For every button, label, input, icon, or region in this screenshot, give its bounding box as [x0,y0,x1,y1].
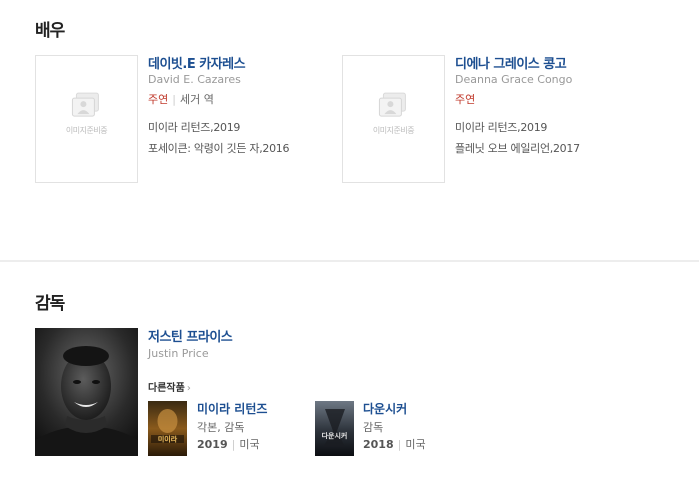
actor-photo-placeholder[interactable]: 이미지준비중 [342,55,445,183]
actor-character: 세거 역 [179,93,214,106]
separator: | [397,438,402,451]
separator: | [172,93,176,106]
actor-film-item[interactable]: 플레닛 오브 에일리언,2017 [455,140,580,156]
section-divider [0,260,699,262]
work-year: 2019 [197,438,228,451]
chevron-right-icon: › [186,383,191,394]
poster-title-text: 다운시커 [322,431,348,440]
actor-name-en: Deanna Grace Congo [455,73,573,86]
other-works-label: 다른작품 [148,383,185,394]
actor-role: 주연 | 세거 역 [148,91,214,107]
work-title[interactable]: 다운시커 [363,400,407,417]
work-title[interactable]: 미이라 리턴즈 [197,400,267,417]
actor-role: 주연 [455,93,476,106]
poster-title-text: 미이라 [158,435,178,444]
actor-film-item[interactable]: 포세이큰: 악령이 깃든 자,2016 [148,140,289,156]
director-name-en: Justin Price [148,347,209,360]
work-poster[interactable]: 다운시커 [315,401,354,456]
image-placeholder-icon [70,91,102,121]
work-meta: 2018 | 미국 [363,436,426,452]
work-country: 미국 [239,438,260,451]
actor-name-ko[interactable]: 디에나 그레이스 콩고 [455,53,567,72]
actor-film-item[interactable]: 미이라 리턴즈,2019 [148,119,240,135]
image-placeholder-icon [377,91,409,121]
work-role: 감독 [363,421,384,434]
image-placeholder-text: 이미지준비중 [65,126,108,136]
work-country: 미국 [405,438,426,451]
separator: | [231,438,236,451]
work-role: 각본, 감독 [197,421,245,434]
work-meta: 2019 | 미국 [197,436,260,452]
director-photo[interactable] [35,328,138,456]
other-works-link[interactable]: 다른작품 › [148,379,191,394]
actor-name-en: David E. Cazares [148,73,241,86]
actor-name-ko[interactable]: 데이빗.E 카자레스 [148,53,246,72]
director-section-title: 감독 [35,294,65,314]
image-placeholder-text: 이미지준비중 [372,126,415,136]
actor-film-item[interactable]: 미이라 리턴즈,2019 [455,119,547,135]
actor-photo-placeholder[interactable]: 이미지준비중 [35,55,138,183]
work-poster[interactable]: 미이라 [148,401,187,456]
director-name-ko[interactable]: 저스틴 프라이스 [148,326,233,345]
work-year: 2018 [363,438,394,451]
actor-role-label: 주연 [148,93,169,106]
actors-section-title: 배우 [35,21,65,41]
